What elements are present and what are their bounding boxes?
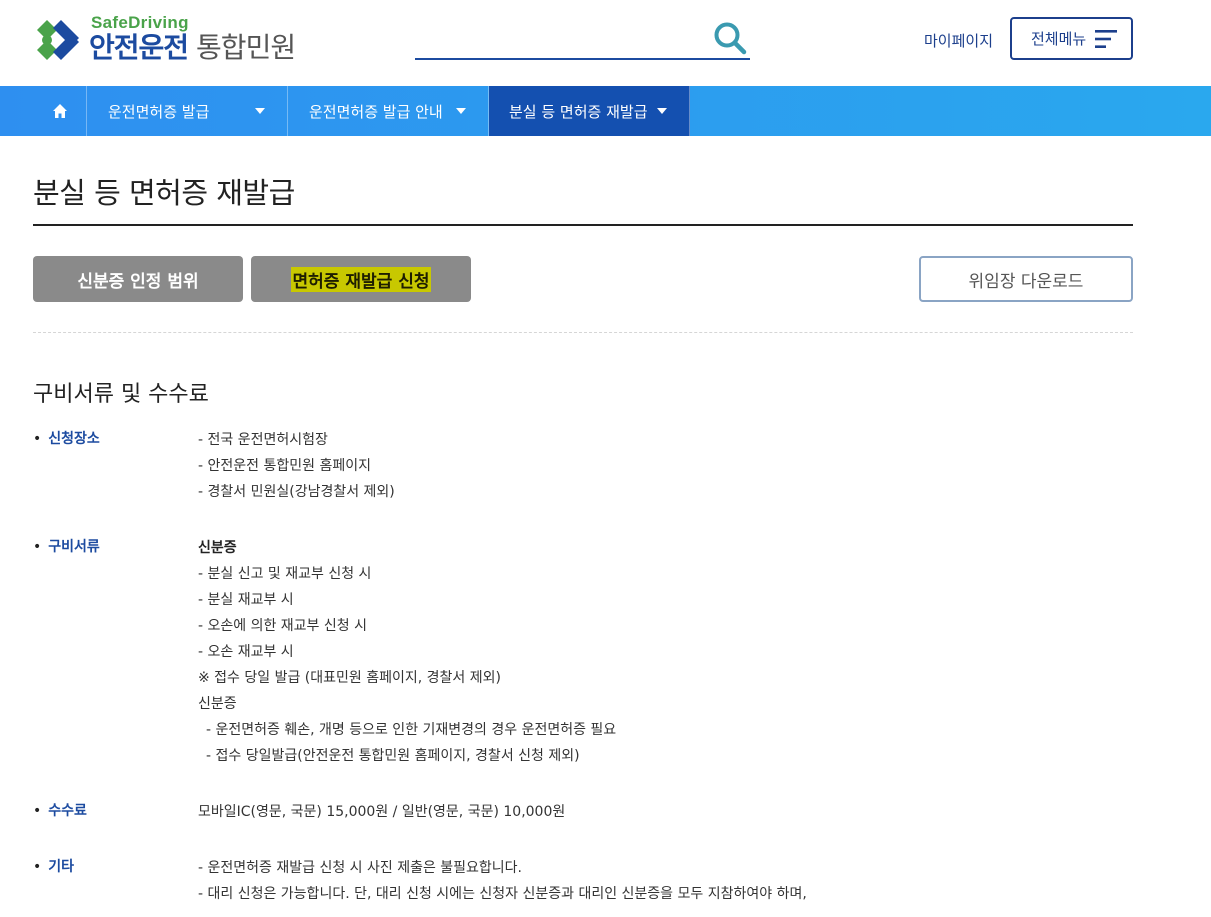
all-menu-label: 전체메뉴 <box>1031 30 1087 48</box>
nav-item-label: 운전면허증 발급 안내 <box>309 102 443 121</box>
caret-down-icon <box>456 108 466 114</box>
mypage-link[interactable]: 마이페이지 <box>924 30 993 51</box>
info-lines: 모바일IC(영문, 국문) 15,000원 / 일반(영문, 국문) 10,00… <box>198 799 565 825</box>
info-line: - 운전면허증 재발급 신청 시 사진 제출은 불필요합니다. <box>198 860 523 876</box>
info-label: 기타 <box>33 856 74 876</box>
info-lines: - 운전면허증 재발급 신청 시 사진 제출은 불필요합니다. - 대리 신청은… <box>198 855 807 907</box>
search-icon[interactable] <box>712 20 748 56</box>
info-line: 모바일IC(영문, 국문) 15,000원 / 일반(영문, 국문) 10,00… <box>198 804 566 820</box>
tab-reissue-apply[interactable]: 면허증 재발급 신청 <box>251 256 471 302</box>
logo-clover-icon <box>37 20 79 60</box>
info-line: - 분실 재교부 시 <box>198 592 294 608</box>
caret-down-icon <box>255 108 265 114</box>
search-input[interactable] <box>415 22 705 56</box>
download-label: 위임장 다운로드 <box>968 271 1084 292</box>
info-label: 수수료 <box>33 800 87 820</box>
dashed-divider <box>33 332 1133 333</box>
info-line: - 오손 재교부 시 <box>198 644 294 660</box>
info-line: - 경찰서 민원실(강남경찰서 제외) <box>198 484 395 500</box>
all-menu-button[interactable]: 전체메뉴 <box>1010 17 1133 60</box>
nav-home-button[interactable] <box>33 86 87 136</box>
title-divider <box>33 224 1133 226</box>
info-lines: - 전국 운전면허시험장 - 안전운전 통합민원 홈페이지 - 경찰서 민원실(… <box>198 427 395 505</box>
tab-label: 면허증 재발급 신청 <box>290 266 432 292</box>
info-line: - 분실 신고 및 재교부 신청 시 <box>198 566 372 582</box>
section-title: 구비서류 및 수수료 <box>33 382 209 407</box>
info-line: - 안전운전 통합민원 홈페이지 <box>198 458 371 474</box>
info-line: - 대리 신청은 가능합니다. 단, 대리 신청 시에는 신청자 신분증과 대리… <box>198 886 807 902</box>
nav-item-reissue[interactable]: 분실 등 면허증 재발급 <box>489 86 690 136</box>
info-lines: 신분증 - 분실 신고 및 재교부 신청 시 - 분실 재교부 시 - 오손에 … <box>198 535 616 769</box>
tab-label: 신분증 인정 범위 <box>77 271 199 292</box>
caret-down-icon <box>657 108 667 114</box>
nav-item-label: 분실 등 면허증 재발급 <box>509 102 648 121</box>
nav-item-label: 운전면허증 발급 <box>108 102 210 121</box>
info-line: - 접수 당일발급(안전운전 통합민원 홈페이지, 경찰서 신청 제외) <box>206 748 580 764</box>
info-line: ※ 접수 당일 발급 (대표민원 홈페이지, 경찰서 제외) <box>198 670 501 686</box>
info-line: - 전국 운전면허시험장 <box>198 432 328 448</box>
logo-main-thin: 통합민원 <box>196 31 296 64</box>
logo-sub: SafeDriving <box>91 13 189 32</box>
info-line: 신분증 <box>198 540 237 556</box>
logo-text: SafeDriving 안전운전 통합민원 <box>89 13 296 64</box>
site-logo[interactable]: SafeDriving 안전운전 통합민원 <box>33 13 296 66</box>
logo-main-bold: 안전운전 <box>89 31 189 64</box>
info-label: 신청장소 <box>33 428 100 448</box>
search-bar <box>415 18 750 60</box>
main-nav: 운전면허증 발급 운전면허증 발급 안내 분실 등 면허증 재발급 <box>0 86 1211 136</box>
page-title: 분실 등 면허증 재발급 <box>33 176 295 210</box>
proxy-download-button[interactable]: 위임장 다운로드 <box>919 256 1133 302</box>
info-line: 신분증 <box>198 696 237 712</box>
hamburger-menu-icon <box>1095 30 1117 48</box>
nav-item-license-issue[interactable]: 운전면허증 발급 <box>88 86 288 136</box>
logo-main: 안전운전 통합민원 <box>89 31 296 64</box>
nav-item-license-guide[interactable]: 운전면허증 발급 안내 <box>289 86 489 136</box>
info-line: - 오손에 의한 재교부 신청 시 <box>198 618 367 634</box>
info-line: - 운전면허증 훼손, 개명 등으로 인한 기재변경의 경우 운전면허증 필요 <box>206 722 617 738</box>
tab-id-scope[interactable]: 신분증 인정 범위 <box>33 256 243 302</box>
header: SafeDriving 안전운전 통합민원 마이페이지 전체메뉴 <box>0 0 1211 86</box>
info-label: 구비서류 <box>33 536 100 556</box>
home-icon <box>52 104 67 118</box>
